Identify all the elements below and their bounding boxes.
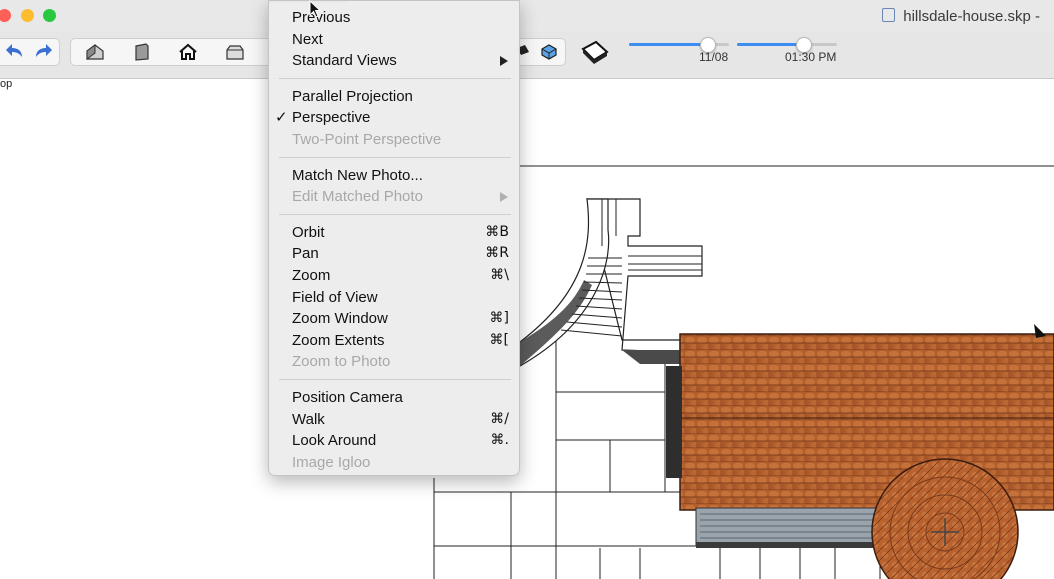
menu-item-shortcut: ⌘B bbox=[485, 223, 509, 240]
submenu-arrow-icon bbox=[500, 192, 508, 203]
view-menu: Previous Next Standard Views Parallel Proje… bbox=[268, 0, 520, 476]
menu-item-label: Walk bbox=[292, 410, 325, 428]
menu-item-edit-matched-photo: Edit Matched Photo bbox=[269, 186, 521, 207]
menu-item-shortcut: ⌘R bbox=[485, 245, 509, 262]
menu-item-label: Next bbox=[292, 30, 323, 48]
menu-separator bbox=[279, 156, 511, 158]
menu-item-label: Zoom bbox=[292, 267, 331, 284]
menu-item-zoom-extents[interactable]: Zoom Extents ⌘[ bbox=[269, 330, 521, 351]
menu-separator bbox=[279, 379, 511, 380]
menu-item-label: Match New Photo... bbox=[292, 166, 423, 184]
zoom-window-button[interactable] bbox=[43, 9, 56, 22]
close-window-button[interactable] bbox=[0, 9, 11, 22]
views-group bbox=[70, 38, 272, 66]
curved-stair bbox=[519, 198, 703, 368]
shadow-time-label: 01:30 PM bbox=[785, 50, 837, 64]
shadow-date-slider[interactable] bbox=[629, 37, 729, 53]
model-viewport[interactable] bbox=[0, 79, 1054, 579]
menu-item-perspective[interactable]: ✓ Perspective bbox=[269, 107, 521, 128]
fog-toggle-button[interactable] bbox=[533, 39, 565, 65]
menu-item-label: Standard Views bbox=[292, 52, 397, 70]
fog-toggle-icon bbox=[541, 44, 557, 60]
toolbar: 11/08 01:30 PM bbox=[0, 32, 1054, 79]
iso-view-icon bbox=[86, 44, 104, 60]
front-view-button[interactable] bbox=[126, 39, 158, 65]
menu-item-previous[interactable]: Previous bbox=[269, 7, 521, 28]
menu-item-image-igloo: Image Igloo bbox=[269, 452, 521, 473]
undo-icon bbox=[6, 44, 22, 57]
menu-item-zoom-to-photo: Zoom to Photo bbox=[269, 351, 521, 372]
menu-item-label: Field of View bbox=[292, 288, 378, 306]
redo-icon bbox=[36, 44, 52, 57]
menu-item-standard-views[interactable]: Standard Views bbox=[269, 50, 521, 71]
menu-item-look-around[interactable]: Look Around ⌘. bbox=[269, 430, 521, 451]
document-icon bbox=[882, 8, 896, 22]
shadow-date-label: 11/08 bbox=[699, 50, 729, 64]
menu-item-shortcut: ⌘/ bbox=[490, 410, 509, 427]
shadow-time-slider-fill bbox=[737, 43, 803, 46]
menu-item-pan[interactable]: Pan ⌘R bbox=[269, 243, 521, 264]
menu-item-walk[interactable]: Walk ⌘/ bbox=[269, 409, 521, 430]
menu-item-label: Two-Point Perspective bbox=[292, 131, 442, 148]
top-view-button[interactable] bbox=[219, 39, 251, 65]
menu-item-match-new-photo[interactable]: Match New Photo... bbox=[269, 165, 521, 186]
checkmark-icon: ✓ bbox=[275, 109, 288, 127]
menu-item-shortcut: ⌘\ bbox=[490, 267, 509, 283]
iso-view-button[interactable] bbox=[79, 39, 111, 65]
menu-item-shortcut: ⌘] bbox=[489, 310, 509, 327]
menu-item-shortcut: ⌘. bbox=[490, 432, 509, 449]
menu-separator bbox=[279, 77, 511, 79]
submenu-arrow-icon bbox=[500, 56, 508, 67]
menu-item-label: Zoom Window bbox=[292, 310, 388, 328]
menu-item-next[interactable]: Next bbox=[269, 29, 521, 50]
home-view-icon bbox=[179, 43, 197, 60]
menu-item-field-of-view[interactable]: Field of View bbox=[269, 287, 521, 308]
undo-redo-group bbox=[0, 38, 60, 66]
front-view-icon bbox=[135, 43, 149, 61]
menu-item-label: Perspective bbox=[292, 109, 371, 127]
menu-item-zoom-window[interactable]: Zoom Window ⌘] bbox=[269, 308, 521, 329]
menu-item-label: Zoom to Photo bbox=[292, 353, 391, 371]
menu-item-label: Pan bbox=[292, 245, 319, 263]
menu-separator bbox=[279, 213, 511, 215]
home-view-button[interactable] bbox=[172, 39, 204, 65]
mouse-cursor-icon bbox=[309, 0, 322, 18]
menu-item-label: Orbit bbox=[292, 223, 325, 241]
section-plane-button[interactable] bbox=[578, 37, 612, 67]
shadow-time-slider[interactable] bbox=[737, 37, 837, 53]
section-plane-icon bbox=[581, 40, 609, 64]
menu-item-shortcut: ⌘[ bbox=[489, 331, 509, 348]
window-title: hillsdale-house.skp - bbox=[882, 8, 1040, 25]
menu-item-orbit[interactable]: Orbit ⌘B bbox=[269, 222, 521, 243]
menu-item-zoom[interactable]: Zoom ⌘\ bbox=[269, 265, 521, 286]
redo-button[interactable] bbox=[27, 39, 59, 65]
menu-item-position-camera[interactable]: Position Camera bbox=[269, 387, 521, 408]
menu-item-label: Edit Matched Photo bbox=[292, 188, 423, 206]
menu-item-parallel-projection[interactable]: Parallel Projection bbox=[269, 86, 521, 107]
menu-item-label: Look Around bbox=[292, 432, 377, 450]
minimize-window-button[interactable] bbox=[21, 9, 34, 22]
menu-item-label: Parallel Projection bbox=[292, 87, 413, 105]
top-view-icon bbox=[226, 45, 244, 60]
window-title-text: hillsdale-house.skp - bbox=[903, 8, 1040, 25]
menu-item-two-point-perspective: Two-Point Perspective bbox=[269, 129, 521, 150]
menu-item-label: Zoom Extents bbox=[292, 331, 385, 349]
shadow-date-slider-fill bbox=[629, 43, 707, 46]
menu-item-label: Image Igloo bbox=[292, 453, 371, 471]
title-bar: hillsdale-house.skp - bbox=[0, 0, 1054, 32]
menu-item-label: Position Camera bbox=[292, 389, 403, 406]
